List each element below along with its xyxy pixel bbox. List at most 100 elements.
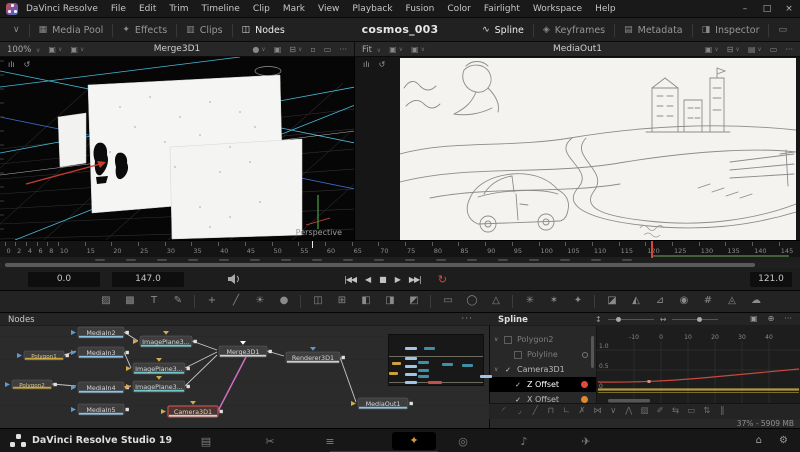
channel-select[interactable]: ●∨ [252,45,265,54]
node-camera3d1[interactable]: Camera3D1 [161,401,223,417]
pen-icon[interactable]: ✐ [653,406,667,416]
menu-playback[interactable]: Playback [352,4,392,14]
menu-timeline[interactable]: Timeline [202,4,240,14]
tracker-tool[interactable]: + [204,295,220,306]
shape-box-icon[interactable]: ▧ [637,406,651,416]
menu-file[interactable]: File [111,4,126,14]
spline-graph[interactable]: -100102030401.00.50 [596,331,800,403]
goto-end-button[interactable]: ▶▶| [409,275,421,284]
blur-tool[interactable]: ● [276,295,292,306]
histogram-icon[interactable]: ılı [363,60,370,69]
refresh-icon[interactable]: ↺ [379,60,386,69]
vector-tool[interactable]: ╱ [228,295,244,306]
slider-knob[interactable] [616,317,621,322]
play-forward-button[interactable]: ▶ [395,275,400,284]
node-mediaout1[interactable]: MediaOut1 [351,398,413,409]
ease-in-icon[interactable]: ◜ [497,406,511,416]
track-checkbox[interactable]: ✓ [504,366,512,374]
slider-knob[interactable] [697,317,702,322]
image-plane-left[interactable] [58,113,86,167]
node-merge3d1[interactable]: Merge3D1 [219,341,272,357]
menu-help[interactable]: Help [595,4,616,14]
frame-box-icon[interactable]: ▭ [684,406,698,416]
menu-color[interactable]: Color [447,4,471,14]
goto-start-button[interactable]: |◀◀ [344,275,356,284]
linear-icon[interactable]: ╱ [528,406,542,416]
track-checkbox[interactable] [504,336,512,344]
menu-view[interactable]: View [318,4,339,14]
left-viewer-3d-viewport[interactable]: ılı↺ Perspective [0,57,355,240]
node-polygon2[interactable]: Polygon2 [5,380,57,389]
node-renderer3d1[interactable]: Renderer3D1 [286,347,345,363]
spline-options-menu[interactable]: ··· [784,314,792,323]
ellipse-mask-tool[interactable]: ◯ [464,295,480,306]
time-ruler[interactable]: 0246810152025303540455055606570758085909… [0,240,800,257]
lock-button[interactable]: ⊟∨ [289,45,302,54]
right-viewer-zoom-select[interactable]: Fit ∨ [362,45,381,55]
zoom-fit-button[interactable]: ▣ [750,314,758,323]
split-wipe-button[interactable]: ▤∨ [748,45,762,54]
minimize-button[interactable]: – [734,4,756,14]
paint-tool[interactable]: ✎ [170,295,186,306]
spline-track-camera3d1[interactable]: ∨✓Camera3D1 [489,362,596,377]
node-mediain5[interactable]: MediaIn5 [71,404,129,415]
home-button[interactable]: ⌂ [756,435,762,446]
tree-scrollbar[interactable] [591,336,594,368]
rectangle-mask-tool[interactable]: ▭ [440,295,456,306]
polygon-mask-tool[interactable]: △ [488,295,504,306]
roi-button[interactable]: ▣∨ [705,45,719,54]
vertical-zoom-slider[interactable] [608,319,654,320]
node-polygon1[interactable]: Polygon1 [17,351,69,360]
menu-edit[interactable]: Edit [139,4,156,14]
spline-button[interactable]: ∿Spline [473,18,533,42]
node-m-ediain3[interactable]: M​ediaIn3 [71,347,129,358]
horizontal-zoom-slider[interactable] [672,319,718,320]
current-frame-field[interactable]: 121.0 [750,272,792,287]
spline-track-polygon2[interactable]: ∨Polygon2 [489,332,596,347]
color-correct-tool[interactable]: ☀ [252,295,268,306]
swap-icon[interactable]: ⋈ [591,406,605,416]
metadata-button[interactable]: ▤Metadata [615,18,692,42]
peak-icon[interactable]: ⋀ [622,406,636,416]
node-imageplane3[interactable]: ImagePlane3... [126,358,190,374]
particles-tool[interactable]: ✳ [522,295,538,306]
node-navigator-minimap[interactable] [388,334,484,386]
buffer-a-select[interactable]: ▣∨ [389,45,403,54]
histogram-icon[interactable]: ılı [8,60,15,69]
play-reverse-button[interactable]: ◀ [365,275,370,284]
range-start-field[interactable]: 0.0 [28,272,100,287]
image-plane-tool[interactable]: ◪ [604,295,620,306]
fog3d-tool[interactable]: ☁ [748,295,764,306]
track-checkbox[interactable] [514,351,522,359]
color-page[interactable]: ◎ [453,435,473,448]
node-mediain2[interactable]: MediaIn2 [71,327,129,338]
invert-icon[interactable]: ✗ [575,406,589,416]
spline-track-polyline[interactable]: Polyline [489,347,596,362]
stop-button[interactable]: ■ [379,275,386,284]
media-page[interactable]: ▤ [196,435,216,448]
merge-over-tool[interactable]: ⊞ [334,295,350,306]
playhead[interactable] [651,241,653,258]
guides-icon[interactable]: ‖ [715,406,729,416]
menu-fairlight[interactable]: Fairlight [484,4,520,14]
node-imageplane3[interactable]: ImagePlane3... [133,331,197,347]
close-button[interactable]: × [778,4,800,14]
keyframes-button[interactable]: ◈Keyframes [534,18,614,42]
viewer-options-menu[interactable]: ··· [339,45,347,54]
fastnoise-tool[interactable]: ▩ [122,295,138,306]
cut-page[interactable]: ✂ [260,435,280,448]
camera3d-tool[interactable]: # [700,295,716,306]
right-viewer-2d-viewport[interactable]: ılı ↺ [355,57,800,240]
step-out-icon[interactable]: ∟ [559,406,573,416]
spline-h-scrollbar[interactable] [608,399,650,403]
fusion-page[interactable]: ✦ [392,432,436,450]
menu-clip[interactable]: Clip [253,4,270,14]
viewer-options-menu[interactable]: ··· [785,45,793,54]
step-in-icon[interactable]: ⊓ [544,406,558,416]
left-viewer-zoom-select[interactable]: 100% ∨ [7,45,40,55]
image-plane-lower[interactable] [170,139,302,239]
point-light-tool[interactable]: ◉ [676,295,692,306]
loop-button[interactable]: ↻ [438,273,447,286]
frame-button[interactable]: ▭ [324,45,332,54]
pemitter-tool[interactable]: ✶ [546,295,562,306]
